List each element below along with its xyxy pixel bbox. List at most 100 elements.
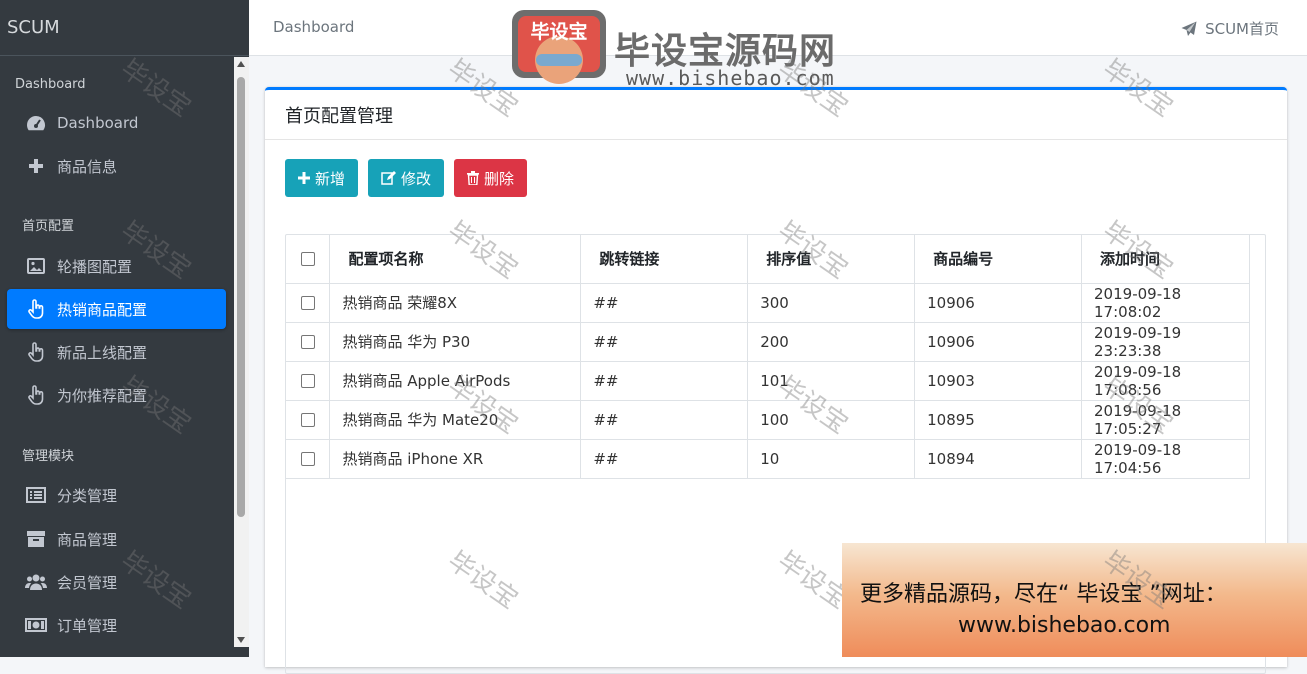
hand-pointer-icon bbox=[25, 299, 47, 319]
select-all-cell bbox=[286, 235, 331, 284]
nav-header-home-config: 首页配置 bbox=[22, 219, 75, 234]
sidebar-item-carousel-config[interactable]: 轮播图配置 bbox=[7, 246, 226, 286]
sidebar-item-label: 轮播图配置 bbox=[57, 257, 133, 276]
plus-icon bbox=[298, 172, 310, 184]
config-table: 配置项名称 跳转链接 排序值 商品编号 添加时间 热销商品 荣耀8X ## 30… bbox=[286, 235, 1250, 479]
sidebar-scrollbar[interactable] bbox=[234, 57, 249, 647]
column-header[interactable]: 排序值 bbox=[747, 235, 916, 284]
scrollbar-thumb[interactable] bbox=[237, 77, 245, 517]
sidebar-item-product-info[interactable]: 商品信息 bbox=[7, 146, 226, 186]
select-all-checkbox[interactable] bbox=[300, 252, 315, 267]
column-header[interactable]: 商品编号 bbox=[914, 235, 1083, 284]
scroll-down-arrow-icon[interactable] bbox=[237, 637, 245, 643]
sidebar: SCUM Dashboard Dashboard 商品信息 首页配置 轮播图配置 bbox=[0, 0, 249, 657]
sidebar-item-category-management[interactable]: 分类管理 bbox=[7, 475, 226, 515]
row-select-cell bbox=[286, 400, 331, 440]
sidebar-item-label: 会员管理 bbox=[57, 573, 118, 592]
sidebar-item-label: 分类管理 bbox=[57, 486, 118, 505]
row-select-cell bbox=[286, 283, 331, 323]
cell-redirect-url: ## bbox=[580, 361, 749, 401]
cell-sort-value: 10 bbox=[747, 439, 916, 479]
cell-goods-id: 10906 bbox=[914, 283, 1083, 323]
row-checkbox[interactable] bbox=[300, 452, 315, 466]
nav-header-management: 管理模块 bbox=[22, 449, 75, 464]
cell-goods-id: 10895 bbox=[914, 400, 1083, 440]
sidebar-item-label: 商品管理 bbox=[57, 530, 118, 549]
cell-goods-id: 10903 bbox=[914, 361, 1083, 401]
breadcrumb[interactable]: Dashboard bbox=[273, 18, 354, 36]
home-link[interactable]: SCUM首页 bbox=[1181, 18, 1279, 39]
trash-icon bbox=[467, 171, 480, 185]
cell-goods-id: 10906 bbox=[914, 322, 1083, 362]
sidebar-nav: Dashboard Dashboard 商品信息 首页配置 轮播图配置 热销商品 bbox=[0, 57, 234, 657]
cell-create-time: 2019-09-18 17:08:56 bbox=[1081, 361, 1250, 401]
delete-button-label: 删除 bbox=[484, 169, 515, 188]
row-select-cell bbox=[286, 439, 331, 479]
delete-button[interactable]: 删除 bbox=[454, 159, 528, 197]
cell-sort-value: 200 bbox=[747, 322, 916, 362]
cell-sort-value: 300 bbox=[747, 283, 916, 323]
table-header-row: 配置项名称 跳转链接 排序值 商品编号 添加时间 bbox=[286, 235, 1250, 284]
sidebar-item-order-management[interactable]: 订单管理 bbox=[7, 605, 226, 645]
image-icon bbox=[25, 256, 47, 276]
table-row[interactable]: 热销商品 荣耀8X ## 300 10906 2019-09-18 17:08:… bbox=[286, 283, 1250, 323]
cell-redirect-url: ## bbox=[580, 400, 749, 440]
archive-icon bbox=[25, 529, 47, 549]
promo-banner: 更多精品源码，尽在“ 毕设宝 ”网址： www.bishebao.com bbox=[842, 543, 1307, 657]
cell-config-name: 热销商品 华为 P30 bbox=[329, 322, 582, 362]
column-header[interactable]: 配置项名称 bbox=[329, 235, 582, 284]
row-checkbox[interactable] bbox=[300, 335, 315, 349]
sidebar-item-hot-goods-config[interactable]: 热销商品配置 bbox=[7, 289, 226, 329]
row-checkbox[interactable] bbox=[300, 374, 315, 388]
sidebar-item-label: 新品上线配置 bbox=[57, 343, 148, 362]
cell-config-name: 热销商品 Apple AirPods bbox=[329, 361, 582, 401]
hand-pointer-icon bbox=[25, 385, 47, 405]
sidebar-item-label: Dashboard bbox=[57, 114, 139, 132]
paper-plane-icon bbox=[1181, 21, 1197, 36]
plus-icon bbox=[25, 156, 47, 176]
table-row[interactable]: 热销商品 华为 P30 ## 200 10906 2019-09-19 23:2… bbox=[286, 322, 1250, 362]
row-select-cell bbox=[286, 361, 331, 401]
svg-text:毕设宝: 毕设宝 bbox=[530, 20, 587, 43]
banner-line-1: 更多精品源码，尽在“ 毕设宝 ”网址： bbox=[860, 582, 1227, 607]
cell-create-time: 2019-09-18 17:04:56 bbox=[1081, 439, 1250, 479]
sidebar-item-new-goods-config[interactable]: 新品上线配置 bbox=[7, 332, 226, 372]
row-select-cell bbox=[286, 322, 331, 362]
nav-header-dashboard: Dashboard bbox=[15, 77, 86, 92]
page-title: 首页配置管理 bbox=[265, 90, 1287, 140]
row-checkbox[interactable] bbox=[300, 296, 315, 310]
column-header[interactable]: 添加时间 bbox=[1081, 235, 1250, 284]
cell-redirect-url: ## bbox=[580, 439, 749, 479]
cell-config-name: 热销商品 iPhone XR bbox=[329, 439, 582, 479]
sidebar-item-dashboard[interactable]: Dashboard bbox=[7, 103, 226, 143]
tachometer-icon bbox=[25, 113, 47, 133]
edit-button[interactable]: 修改 bbox=[368, 159, 445, 197]
row-checkbox[interactable] bbox=[300, 413, 315, 427]
cell-sort-value: 100 bbox=[747, 400, 916, 440]
brand-title[interactable]: SCUM bbox=[0, 0, 249, 56]
add-button[interactable]: 新增 bbox=[285, 159, 359, 197]
cell-config-name: 热销商品 荣耀8X bbox=[329, 283, 582, 323]
list-icon bbox=[25, 485, 47, 505]
sidebar-item-member-management[interactable]: 会员管理 bbox=[7, 562, 226, 602]
edit-icon bbox=[381, 171, 397, 185]
watermark-badge-icon: 毕设宝 bbox=[512, 10, 606, 84]
home-link-label: SCUM首页 bbox=[1205, 20, 1279, 38]
hand-pointer-icon bbox=[25, 342, 47, 362]
cell-goods-id: 10894 bbox=[914, 439, 1083, 479]
add-button-label: 新增 bbox=[315, 169, 346, 188]
toolbar: 新增 修改 删除 bbox=[285, 159, 528, 197]
sidebar-item-recommend-config[interactable]: 为你推荐配置 bbox=[7, 375, 226, 415]
banner-line-2: www.bishebao.com bbox=[958, 613, 1171, 638]
sidebar-item-label: 商品信息 bbox=[57, 157, 118, 176]
sidebar-item-goods-management[interactable]: 商品管理 bbox=[7, 519, 226, 559]
column-header[interactable]: 跳转链接 bbox=[580, 235, 749, 284]
table-row[interactable]: 热销商品 华为 Mate20 ## 100 10895 2019-09-18 1… bbox=[286, 400, 1250, 440]
scroll-up-arrow-icon[interactable] bbox=[237, 61, 245, 67]
sidebar-item-label: 订单管理 bbox=[57, 616, 118, 635]
table-row[interactable]: 热销商品 iPhone XR ## 10 10894 2019-09-18 17… bbox=[286, 439, 1250, 479]
table-row[interactable]: 热销商品 Apple AirPods ## 101 10903 2019-09-… bbox=[286, 361, 1250, 401]
sidebar-item-label: 为你推荐配置 bbox=[57, 386, 148, 405]
watermark-url: www.bishebao.com bbox=[626, 66, 835, 90]
cell-sort-value: 101 bbox=[747, 361, 916, 401]
